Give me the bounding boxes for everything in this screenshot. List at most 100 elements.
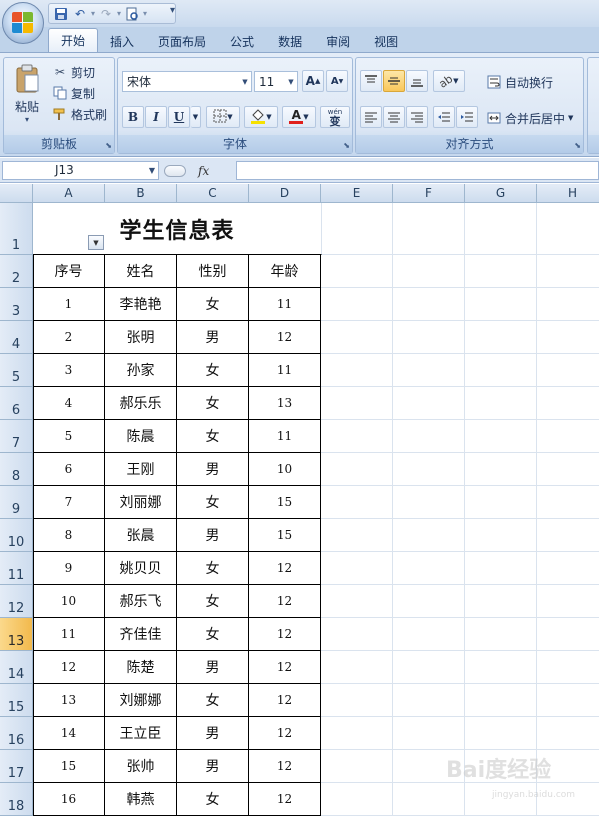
empty-cell[interactable] bbox=[465, 519, 537, 552]
empty-cell[interactable] bbox=[393, 321, 465, 354]
empty-cell[interactable] bbox=[465, 255, 537, 288]
cut-button[interactable]: ✂ 剪切 bbox=[52, 62, 95, 82]
table-cell[interactable]: 李艳艳 bbox=[105, 288, 177, 321]
table-cell[interactable]: 张晨 bbox=[105, 519, 177, 552]
table-cell[interactable]: 女 bbox=[177, 783, 249, 816]
sheet-title-cell[interactable]: 学生信息表 bbox=[33, 203, 322, 255]
align-right-button[interactable] bbox=[406, 106, 428, 128]
empty-cell[interactable] bbox=[393, 618, 465, 651]
print-preview-icon[interactable] bbox=[124, 6, 140, 22]
redo-icon[interactable]: ↷ bbox=[98, 6, 114, 22]
table-cell[interactable]: 9 bbox=[33, 552, 105, 585]
table-cell[interactable]: 4 bbox=[33, 387, 105, 420]
column-header-c[interactable]: C bbox=[177, 184, 249, 203]
table-cell[interactable]: 男 bbox=[177, 750, 249, 783]
column-header-d[interactable]: D bbox=[249, 184, 321, 203]
table-cell[interactable]: 11 bbox=[33, 618, 105, 651]
table-cell[interactable]: 陈楚 bbox=[105, 651, 177, 684]
table-cell[interactable]: 男 bbox=[177, 651, 249, 684]
empty-cell[interactable] bbox=[321, 387, 393, 420]
table-header-cell[interactable]: 姓名 bbox=[105, 255, 177, 288]
column-header-g[interactable]: G bbox=[465, 184, 537, 203]
column-header-h[interactable]: H bbox=[537, 184, 599, 203]
empty-cell[interactable] bbox=[465, 453, 537, 486]
table-cell[interactable]: 郝乐乐 bbox=[105, 387, 177, 420]
row-header-14[interactable]: 14 bbox=[0, 651, 33, 684]
italic-button[interactable]: I bbox=[145, 106, 167, 128]
table-cell[interactable]: 刘丽娜 bbox=[105, 486, 177, 519]
table-cell[interactable]: 女 bbox=[177, 552, 249, 585]
empty-cell[interactable] bbox=[537, 486, 599, 519]
empty-cell[interactable] bbox=[393, 486, 465, 519]
empty-cell[interactable] bbox=[537, 387, 599, 420]
empty-cell[interactable] bbox=[465, 684, 537, 717]
empty-cell[interactable] bbox=[537, 585, 599, 618]
table-cell[interactable]: 7 bbox=[33, 486, 105, 519]
table-cell[interactable]: 12 bbox=[249, 651, 321, 684]
table-cell[interactable]: 16 bbox=[33, 783, 105, 816]
table-cell[interactable]: 15 bbox=[249, 519, 321, 552]
empty-cell[interactable] bbox=[537, 255, 599, 288]
row-header-8[interactable]: 8 bbox=[0, 453, 33, 486]
empty-cell[interactable] bbox=[465, 618, 537, 651]
empty-cell[interactable] bbox=[393, 288, 465, 321]
empty-cell[interactable] bbox=[393, 651, 465, 684]
empty-cell[interactable] bbox=[465, 486, 537, 519]
table-cell[interactable]: 齐佳佳 bbox=[105, 618, 177, 651]
table-cell[interactable]: 12 bbox=[249, 618, 321, 651]
tab-page-layout[interactable]: 页面布局 bbox=[146, 30, 218, 52]
table-cell[interactable]: 11 bbox=[249, 420, 321, 453]
table-cell[interactable]: 12 bbox=[249, 783, 321, 816]
table-cell[interactable]: 12 bbox=[249, 552, 321, 585]
empty-cell[interactable] bbox=[465, 717, 537, 750]
table-cell[interactable]: 12 bbox=[249, 717, 321, 750]
empty-cell[interactable] bbox=[321, 486, 393, 519]
font-size-dropdown-icon[interactable]: ▼ bbox=[285, 72, 297, 91]
format-painter-button[interactable]: 格式刷 bbox=[52, 104, 107, 124]
wrap-text-button[interactable]: 自动换行 bbox=[486, 72, 553, 92]
empty-cell[interactable] bbox=[537, 552, 599, 585]
empty-cell[interactable] bbox=[537, 519, 599, 552]
empty-cell[interactable] bbox=[465, 321, 537, 354]
tab-data[interactable]: 数据 bbox=[266, 30, 314, 52]
align-middle-button[interactable] bbox=[383, 70, 405, 92]
table-cell[interactable]: 12 bbox=[249, 321, 321, 354]
table-cell[interactable]: 男 bbox=[177, 321, 249, 354]
table-cell[interactable]: 10 bbox=[33, 585, 105, 618]
undo-icon[interactable]: ↶ bbox=[72, 6, 88, 22]
table-cell[interactable]: 男 bbox=[177, 519, 249, 552]
row-header-17[interactable]: 17 bbox=[0, 750, 33, 783]
tab-insert[interactable]: 插入 bbox=[98, 30, 146, 52]
table-cell[interactable]: 13 bbox=[249, 387, 321, 420]
table-cell[interactable]: 6 bbox=[33, 453, 105, 486]
undo-dropdown-icon[interactable]: ▾ bbox=[91, 9, 95, 18]
empty-cell[interactable] bbox=[321, 420, 393, 453]
empty-cell[interactable] bbox=[321, 552, 393, 585]
empty-cell[interactable] bbox=[321, 684, 393, 717]
empty-cell[interactable] bbox=[393, 717, 465, 750]
table-cell[interactable]: 女 bbox=[177, 420, 249, 453]
paste-button[interactable]: 粘贴 ▾ bbox=[8, 62, 46, 132]
table-header-cell[interactable]: 序号 bbox=[33, 255, 105, 288]
table-cell[interactable]: 男 bbox=[177, 717, 249, 750]
empty-cell[interactable] bbox=[465, 354, 537, 387]
empty-cell[interactable] bbox=[321, 321, 393, 354]
table-cell[interactable]: 郝乐飞 bbox=[105, 585, 177, 618]
table-cell[interactable]: 女 bbox=[177, 585, 249, 618]
row-header-7[interactable]: 7 bbox=[0, 420, 33, 453]
empty-cell[interactable] bbox=[465, 288, 537, 321]
column-header-f[interactable]: F bbox=[393, 184, 465, 203]
empty-cell[interactable] bbox=[537, 453, 599, 486]
align-center-button[interactable] bbox=[383, 106, 405, 128]
table-cell[interactable]: 男 bbox=[177, 453, 249, 486]
empty-cell[interactable] bbox=[465, 387, 537, 420]
table-cell[interactable]: 张明 bbox=[105, 321, 177, 354]
row-header-15[interactable]: 15 bbox=[0, 684, 33, 717]
empty-cell[interactable] bbox=[465, 585, 537, 618]
increase-indent-button[interactable] bbox=[456, 106, 478, 128]
empty-cell[interactable] bbox=[321, 750, 393, 783]
column-header-a[interactable]: A bbox=[33, 184, 105, 203]
clipboard-launcher-icon[interactable]: ⬊ bbox=[105, 141, 112, 150]
table-cell[interactable]: 5 bbox=[33, 420, 105, 453]
empty-cell[interactable] bbox=[393, 453, 465, 486]
